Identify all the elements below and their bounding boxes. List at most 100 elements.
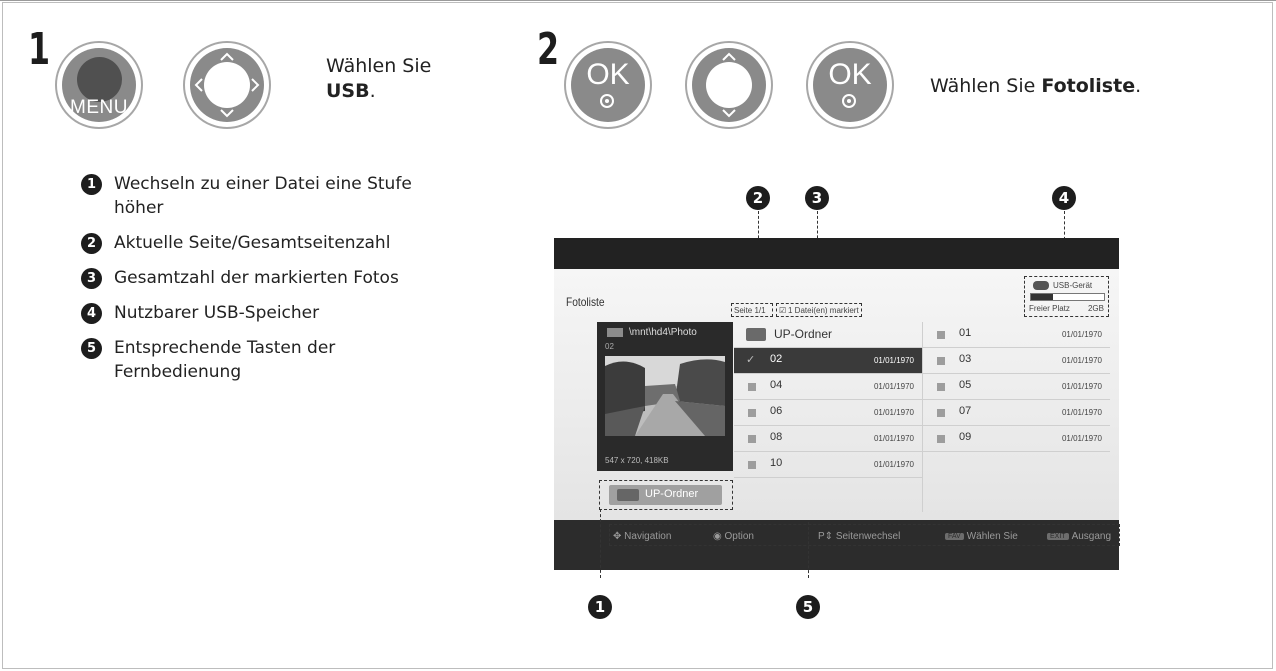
file-row[interactable]: 09 01/01/1970 (923, 426, 1110, 452)
arrow-keys-icon (194, 52, 260, 118)
legend-text: Gesamtzahl der markierten Fotos (114, 268, 399, 288)
screen-top-bar (554, 238, 1119, 269)
legend-number: 1 (81, 174, 102, 195)
file-name: 06 (770, 405, 783, 417)
photo-preview-panel: \mnt\hd4\Photo 02 547 x 720, 418KB (597, 322, 733, 471)
footer-navigation: ✥ Navigation (613, 531, 672, 542)
file-date: 01/01/1970 (873, 356, 914, 365)
preview-filename: 02 (605, 342, 614, 351)
callout-5-line (808, 522, 809, 578)
footer-page-change: P⇕ Seitenwechsel (818, 531, 901, 542)
up-folder-button-box: UP-Ordner (599, 480, 733, 510)
ok-button-2[interactable]: OK (806, 41, 894, 129)
legend-item: 2 Aktuelle Seite/Gesamtseitenzahl (81, 231, 461, 255)
option-icon: ◉ (713, 531, 725, 542)
file-row[interactable]: 10 01/01/1970 (734, 452, 922, 478)
checkbox-icon (748, 461, 756, 469)
fav-key-icon: FAV (945, 533, 964, 540)
usb-icon (1033, 281, 1049, 290)
usb-usage-bar (1030, 293, 1105, 301)
free-space-value: 2GB (1087, 304, 1104, 313)
checkbox-icon (748, 383, 756, 391)
photo-list-screen: Fotoliste Seite 1/1 ☑ 1 Datei(en) markie… (554, 238, 1120, 570)
photo-thumbnail (605, 356, 725, 436)
file-name: 04 (770, 379, 783, 391)
marked-info: 1 Datei(en) markiert (788, 306, 859, 315)
file-row[interactable]: 01 01/01/1970 (923, 322, 1110, 348)
file-row[interactable]: 03 01/01/1970 (923, 348, 1110, 374)
file-row[interactable]: 06 01/01/1970 (734, 400, 922, 426)
page-key-icon: P⇕ (818, 531, 836, 542)
file-row[interactable]: 07 01/01/1970 (923, 400, 1110, 426)
file-name: 05 (959, 379, 972, 391)
checkbox-icon (937, 331, 945, 339)
step-1-number: 1 (28, 24, 50, 75)
file-date: 01/01/1970 (1061, 408, 1102, 417)
legend-text: Aktuelle Seite/Gesamtseitenzahl (114, 233, 391, 253)
usb-label: USB-Gerät (1053, 281, 1093, 290)
file-date: 01/01/1970 (873, 460, 914, 469)
folder-icon (746, 328, 766, 341)
menu-button[interactable]: MENU (55, 41, 143, 129)
navigation-button-up-down[interactable] (685, 41, 773, 129)
file-row[interactable]: 08 01/01/1970 (734, 426, 922, 452)
file-date: 01/01/1970 (873, 408, 914, 417)
file-row[interactable]: 04 01/01/1970 (734, 374, 922, 400)
step-1-instruction: Wählen Sie USB. (326, 54, 431, 104)
ok-dot-icon (600, 94, 614, 108)
file-date: 01/01/1970 (873, 434, 914, 443)
page-info-box: Seite 1/1 (731, 303, 773, 317)
up-folder-button[interactable]: UP-Ordner (609, 485, 722, 505)
file-date: 01/01/1970 (1061, 330, 1102, 339)
step-2-instruction-suffix: . (1135, 75, 1142, 97)
up-folder-label: UP-Ordner (645, 488, 699, 500)
file-row[interactable]: ✓ 02 01/01/1970 (734, 348, 922, 374)
checkbox-icon (748, 435, 756, 443)
up-folder-icon (617, 489, 639, 501)
file-date: 01/01/1970 (873, 382, 914, 391)
checkbox-icon (937, 383, 945, 391)
footer-select: FAV Wählen Sie (945, 531, 1018, 542)
ok-button-1[interactable]: OK (564, 41, 652, 129)
screen-footer: ✥ Navigation ◉ Option P⇕ Seitenwechsel F… (554, 520, 1120, 570)
file-name: 07 (959, 405, 972, 417)
file-date: 01/01/1970 (1061, 434, 1102, 443)
usb-usage-fill (1031, 294, 1053, 300)
file-name: 03 (959, 353, 972, 365)
legend-item: 4 Nutzbarer USB-Speicher (81, 301, 461, 325)
footer-option: ◉ Option (713, 531, 754, 542)
file-name: 01 (959, 327, 972, 339)
legend-item: 3 Gesamtzahl der markierten Fotos (81, 266, 461, 290)
up-down-arrows-icon (722, 52, 736, 118)
ok-dot-icon (842, 94, 856, 108)
footer-exit: EXIT Ausgang (1047, 531, 1111, 542)
folder-path-icon (607, 328, 623, 337)
top-rule (0, 0, 1276, 1)
callout-3: 3 (805, 186, 829, 210)
file-row-up-folder[interactable]: UP-Ordner (734, 322, 922, 348)
screen-title: Fotoliste (566, 295, 605, 309)
marked-info-box: ☑ 1 Datei(en) markiert (776, 303, 862, 317)
marked-check-icon: ☑ (779, 306, 787, 315)
navigation-button[interactable] (183, 41, 271, 129)
preview-info: 547 x 720, 418KB (605, 456, 669, 465)
checkbox-icon (937, 357, 945, 365)
page-info: Seite 1/1 (734, 306, 766, 315)
legend-item: 5 Entsprechende Tasten der Fernbedienung (81, 336, 461, 384)
ok-button-face: OK (571, 48, 645, 122)
legend-number: 4 (81, 303, 102, 324)
legend-text: Entsprechende Tasten der Fernbedienung (114, 338, 336, 382)
step-1-instruction-prefix: Wählen Sie (326, 55, 432, 77)
legend-item: 1 Wechseln zu einer Datei eine Stufe höhe… (81, 172, 461, 220)
navigation-button-face (190, 48, 264, 122)
screen-body: Fotoliste Seite 1/1 ☑ 1 Datei(en) markie… (554, 269, 1119, 520)
menu-dot-icon (77, 57, 122, 102)
file-name: UP-Ordner (774, 327, 833, 341)
menu-label: MENU (70, 97, 128, 118)
ok-label: OK (828, 58, 872, 91)
step-1-instruction-suffix: . (369, 80, 376, 102)
file-row[interactable]: 05 01/01/1970 (923, 374, 1110, 400)
callout-5: 5 (796, 595, 820, 619)
legend-number: 3 (81, 268, 102, 289)
legend-list: 1 Wechseln zu einer Datei eine Stufe höhe… (81, 172, 461, 395)
